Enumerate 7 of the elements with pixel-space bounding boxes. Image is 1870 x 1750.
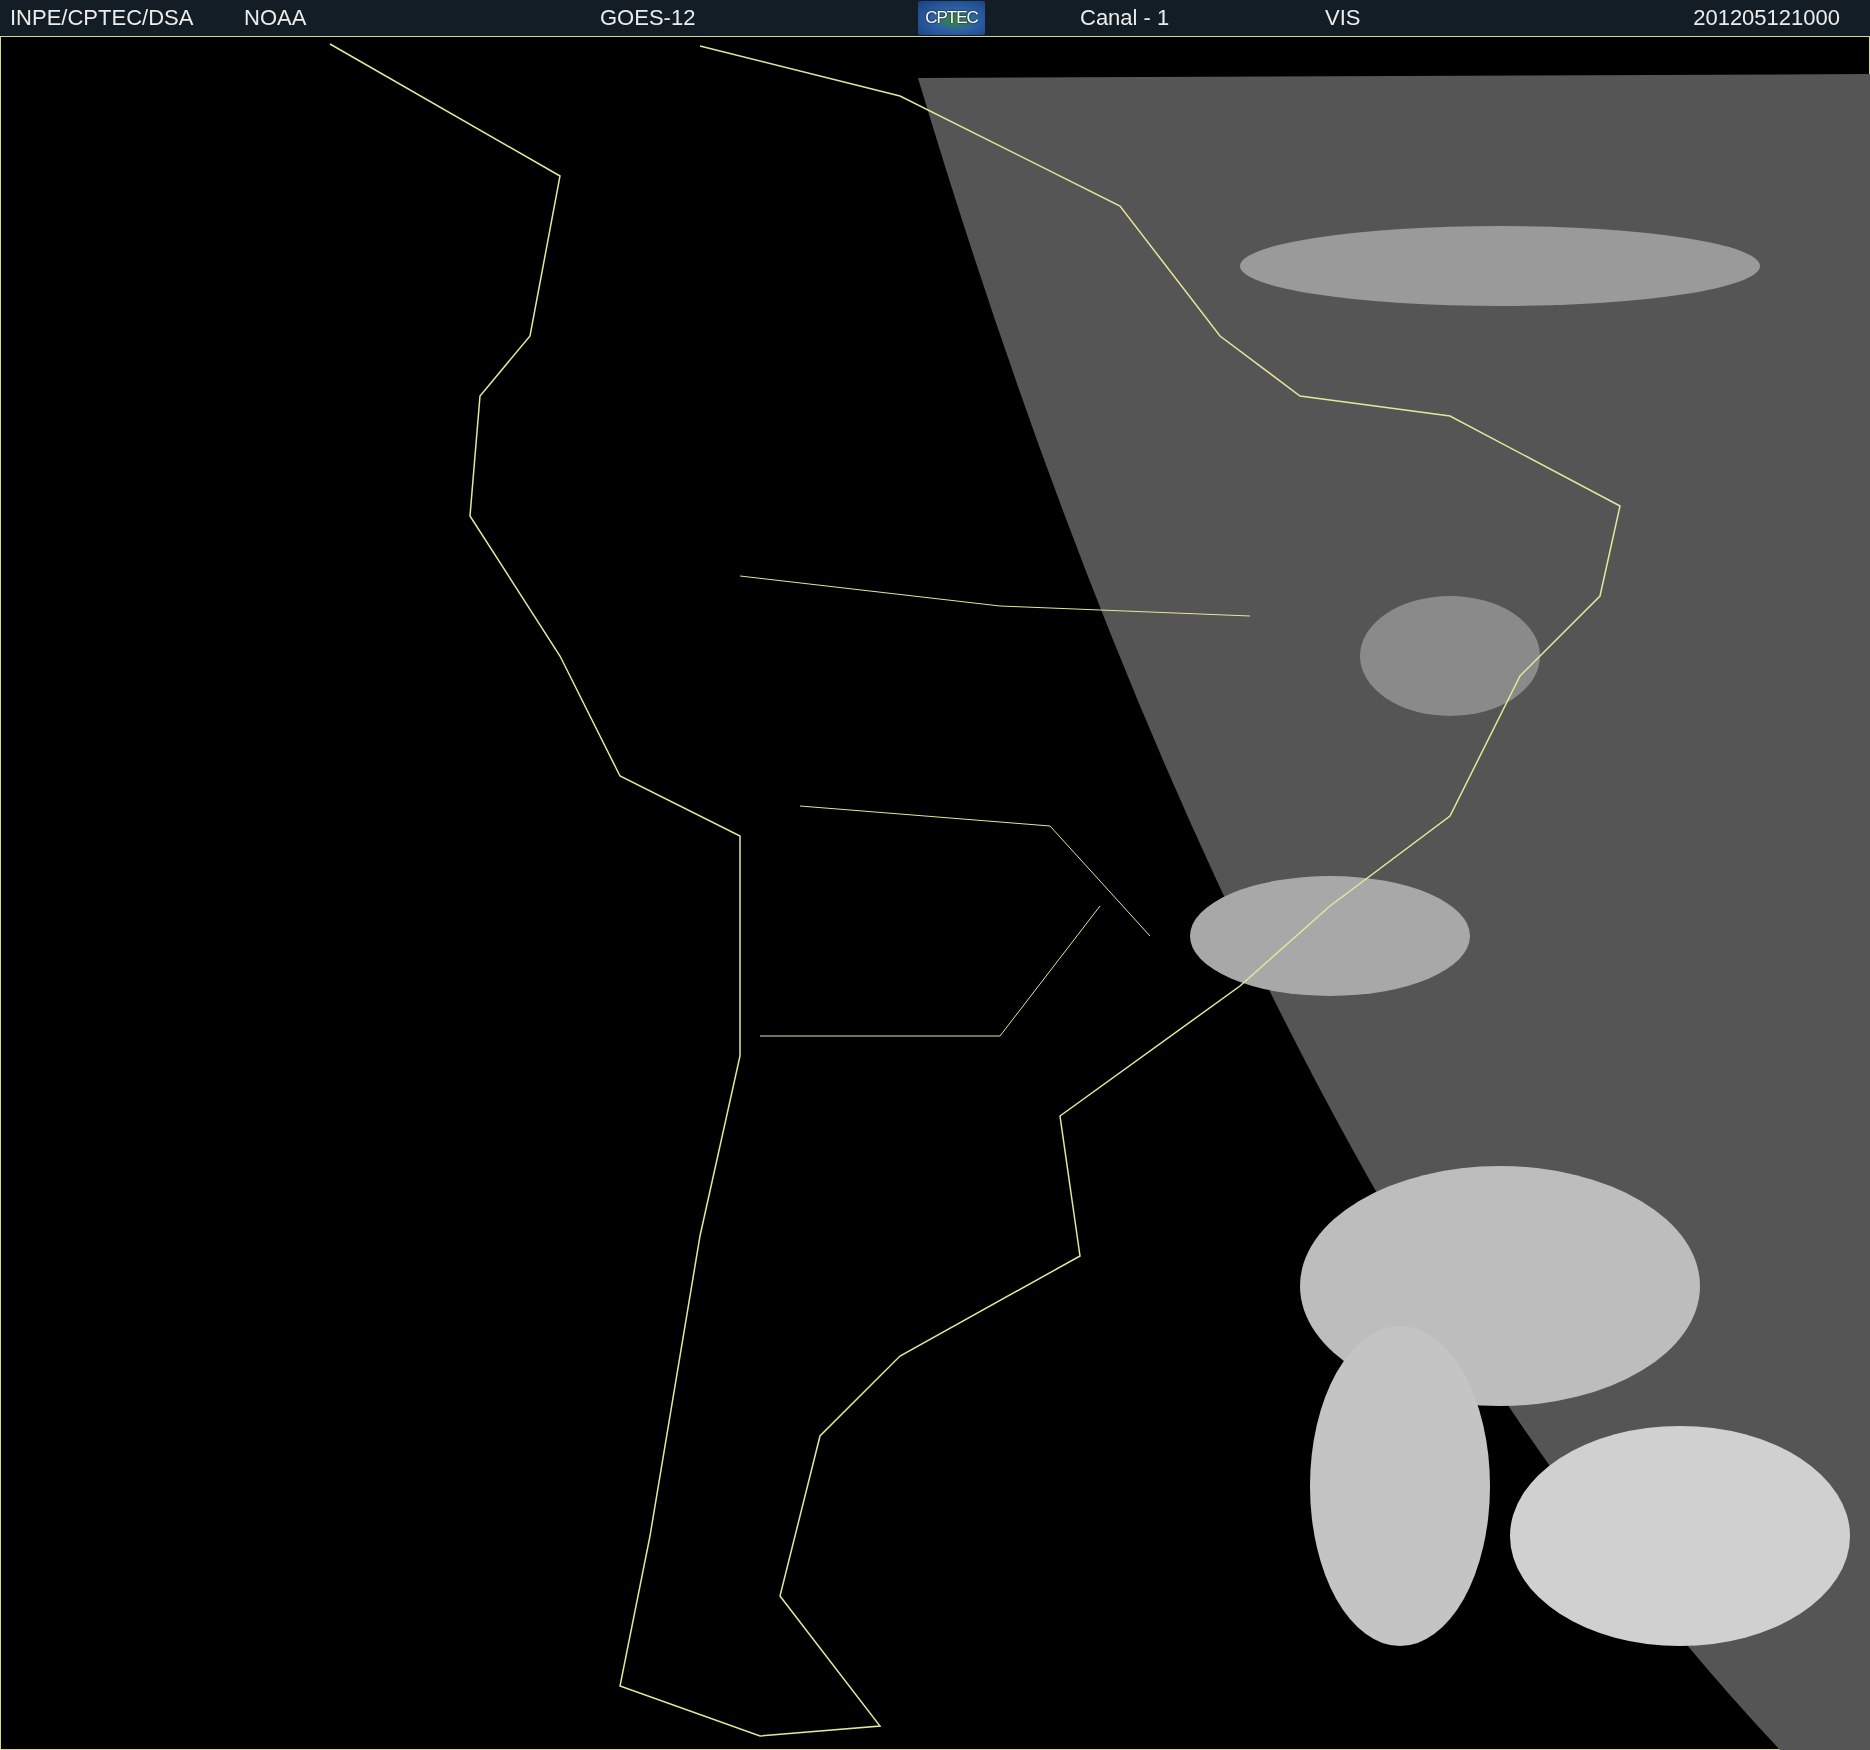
band-label: VIS [1325, 5, 1361, 30]
agency-label: NOAA [244, 5, 307, 30]
timestamp-label: 201205121000 [1693, 5, 1840, 30]
satellite-label: GOES-12 [600, 5, 696, 30]
source-label: INPE/CPTEC/DSA [10, 5, 194, 30]
channel-label: Canal - 1 [1080, 5, 1170, 30]
logo: CPTEC [918, 1, 985, 35]
